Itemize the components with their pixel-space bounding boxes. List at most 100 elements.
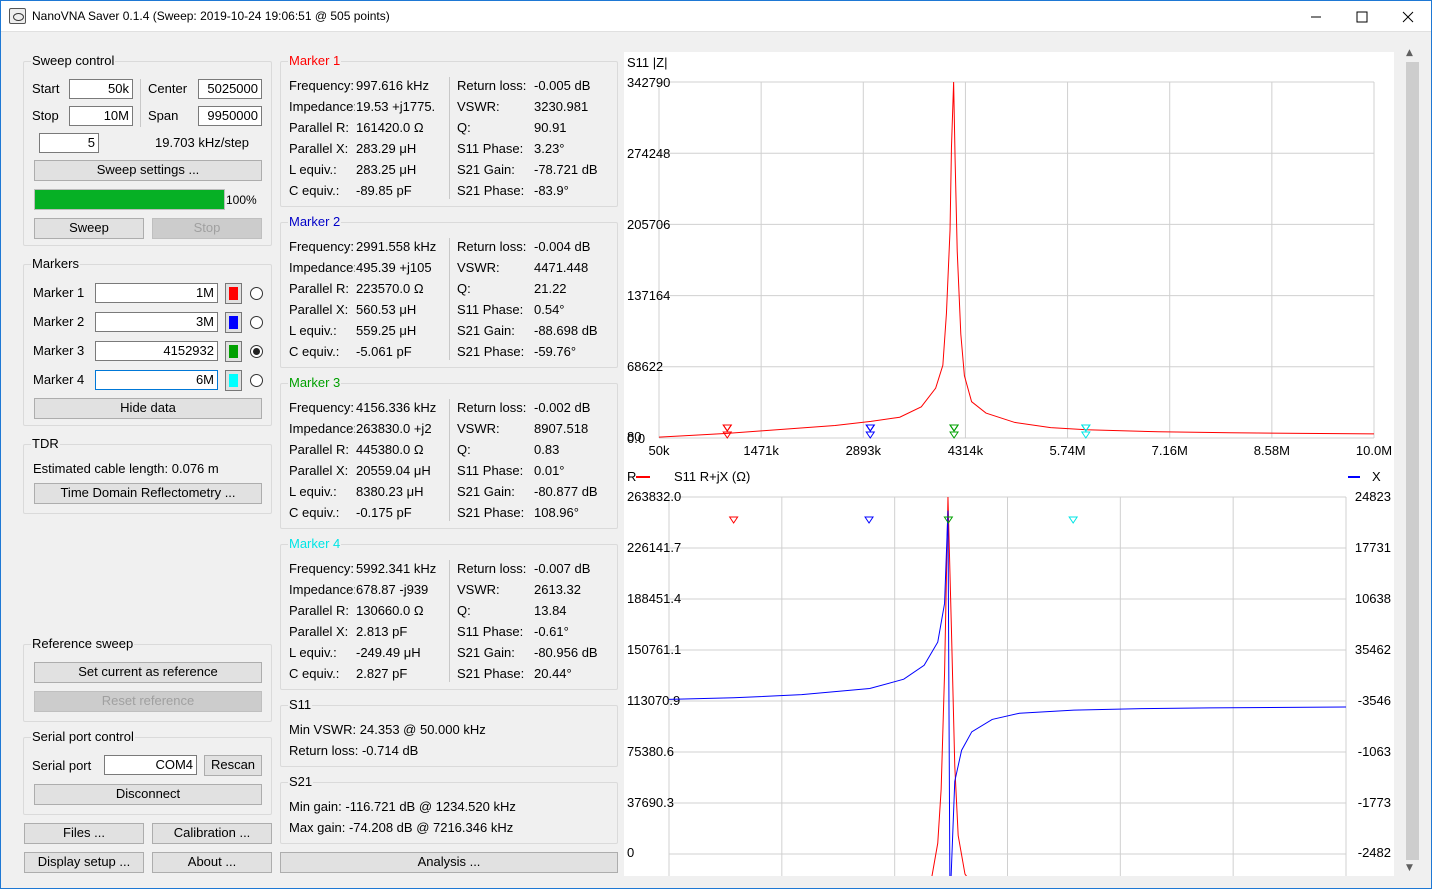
y-tick-label: 226141.7	[627, 540, 681, 555]
segments-input[interactable]: 5	[39, 133, 99, 153]
marker-field-label: Frequency:	[289, 561, 355, 576]
disconnect-button[interactable]: Disconnect	[34, 784, 262, 805]
marker-field-value: 283.25 μH	[356, 162, 417, 177]
center-input[interactable]: 5025000	[198, 79, 262, 99]
rescan-button[interactable]: Rescan	[204, 755, 262, 776]
marker-field-label: L equiv.:	[289, 162, 337, 177]
title-bar: NanoVNA Saver 0.1.4 (Sweep: 2019-10-24 1…	[1, 1, 1431, 32]
y-right-tick-label: -3546	[1358, 693, 1391, 708]
marker-field-label: Parallel R:	[289, 442, 349, 457]
calibration-button[interactable]: Calibration ...	[152, 823, 272, 844]
sweep-settings-button[interactable]: Sweep settings ...	[34, 160, 262, 181]
scrollbar-thumb[interactable]	[1406, 62, 1419, 860]
stop-input[interactable]: 10M	[69, 106, 133, 126]
y-right-tick-label: 35462	[1355, 642, 1391, 657]
tdr-title: TDR	[31, 436, 60, 451]
marker-field-value: 5992.341 kHz	[356, 561, 437, 576]
reset-reference-button[interactable]: Reset reference	[34, 691, 262, 712]
marker-field-label: Q:	[457, 603, 471, 618]
marker-field-value: -249.49 μH	[356, 645, 421, 660]
marker-select-radio[interactable]	[250, 316, 263, 329]
tdr-button[interactable]: Time Domain Reflectometry ...	[34, 483, 262, 504]
marker-color-button[interactable]	[225, 312, 242, 333]
marker-triangle	[1068, 516, 1079, 524]
marker-field-label: S21 Phase:	[457, 505, 525, 520]
progress-fill	[35, 190, 224, 209]
marker-panel-title: Marker 1	[288, 53, 342, 68]
marker-field-label: L equiv.:	[289, 484, 337, 499]
marker-field-label: S11 Phase:	[457, 463, 524, 478]
span-label: Span	[148, 108, 179, 123]
marker-field-value: -80.956 dB	[534, 645, 598, 660]
sweep-progress-bar	[34, 189, 225, 210]
start-input[interactable]: 50k	[69, 79, 133, 99]
scroll-down-arrow[interactable]: ▼	[1406, 863, 1413, 873]
marker-field-value: 8907.518	[534, 421, 589, 436]
serial-port-label: Serial port	[32, 758, 92, 773]
hide-data-button[interactable]: Hide data	[34, 398, 262, 419]
marker-label: Marker 2	[33, 314, 85, 329]
series-line	[658, 81, 1375, 438]
marker-field-label: S11 Phase:	[457, 302, 524, 317]
marker-color-swatch	[229, 316, 238, 329]
marker-frequency-input[interactable]: 4152932	[95, 341, 218, 361]
y-tick-label: 342790	[627, 75, 670, 90]
marker-label: Marker 4	[33, 372, 85, 387]
marker-field-label: Q:	[457, 120, 471, 135]
chart-title: S11 |Z|	[627, 55, 667, 70]
marker-field-label: Impedance:	[289, 421, 355, 436]
chart-area: S11 |Z| 50k 1471k 2893k 4314k 5.74M 7.16M 8.58M…	[624, 52, 1394, 876]
marker-field-label: VSWR:	[457, 260, 500, 275]
x-tick-label: 1471k	[743, 443, 779, 458]
marker-field-value: 161420.0 Ω	[356, 120, 424, 135]
y-tick-label: 0.0	[627, 431, 645, 446]
marker-select-radio[interactable]	[250, 287, 263, 300]
marker-triangle	[1080, 431, 1091, 439]
marker-field-value: 997.616 kHz	[356, 78, 429, 93]
marker-select-radio[interactable]	[250, 345, 263, 358]
marker-triangle	[865, 431, 876, 439]
files-button[interactable]: Files ...	[24, 823, 144, 844]
about-button[interactable]: About ...	[152, 852, 272, 873]
marker-field-value: 283.29 μH	[356, 141, 417, 156]
marker-color-button[interactable]	[225, 341, 242, 362]
sweep-button[interactable]: Sweep	[34, 218, 144, 239]
marker-label: Marker 3	[33, 343, 85, 358]
app-icon	[9, 8, 26, 24]
marker-field-label: Parallel X:	[289, 624, 349, 639]
marker-frequency-input[interactable]: 3M	[95, 312, 218, 332]
marker-panel-title: Marker 4	[288, 536, 342, 551]
analysis-button[interactable]: Analysis ...	[280, 852, 618, 873]
set-reference-button[interactable]: Set current as reference	[34, 662, 262, 683]
window-title: NanoVNA Saver 0.1.4 (Sweep: 2019-10-24 1…	[32, 9, 390, 23]
stop-button[interactable]: Stop	[152, 218, 262, 239]
marker-frequency-input[interactable]: 6M	[95, 370, 218, 390]
y-tick-label: 274248	[627, 146, 670, 161]
marker-select-radio[interactable]	[250, 374, 263, 387]
x-tick-label: 10.0M	[1356, 443, 1392, 458]
sweep-control-title: Sweep control	[31, 53, 116, 68]
marker-field-value: -88.698 dB	[534, 323, 598, 338]
minimize-button[interactable]	[1293, 1, 1339, 32]
marker-frequency-input[interactable]: 1M	[95, 283, 218, 303]
marker-field-value: -59.76°	[534, 344, 577, 359]
legend-r-label: R	[627, 469, 636, 484]
impedance-magnitude-chart: S11 |Z| 50k 1471k 2893k 4314k 5.74M 7.16M 8.58M…	[627, 55, 1392, 458]
stop-label: Stop	[32, 108, 59, 123]
close-button[interactable]	[1385, 1, 1431, 32]
marker-field-label: C equiv.:	[289, 505, 340, 520]
marker-color-button[interactable]	[225, 370, 242, 391]
marker-field-value: 20.44°	[534, 666, 572, 681]
marker-field-value: -0.002 dB	[534, 400, 591, 415]
sweep-divider	[140, 79, 141, 127]
maximize-button[interactable]	[1339, 1, 1385, 32]
marker-field-label: Impedance:	[289, 260, 355, 275]
scroll-up-arrow[interactable]: ▲	[1406, 48, 1413, 58]
serial-port-input[interactable]: COM4	[104, 755, 197, 775]
app-window: NanoVNA Saver 0.1.4 (Sweep: 2019-10-24 1…	[0, 0, 1432, 889]
span-input[interactable]: 9950000	[198, 106, 262, 126]
display-setup-button[interactable]: Display setup ...	[24, 852, 144, 873]
marker-triangle	[949, 424, 959, 432]
marker-field-label: Parallel X:	[289, 141, 349, 156]
marker-color-button[interactable]	[225, 283, 242, 304]
